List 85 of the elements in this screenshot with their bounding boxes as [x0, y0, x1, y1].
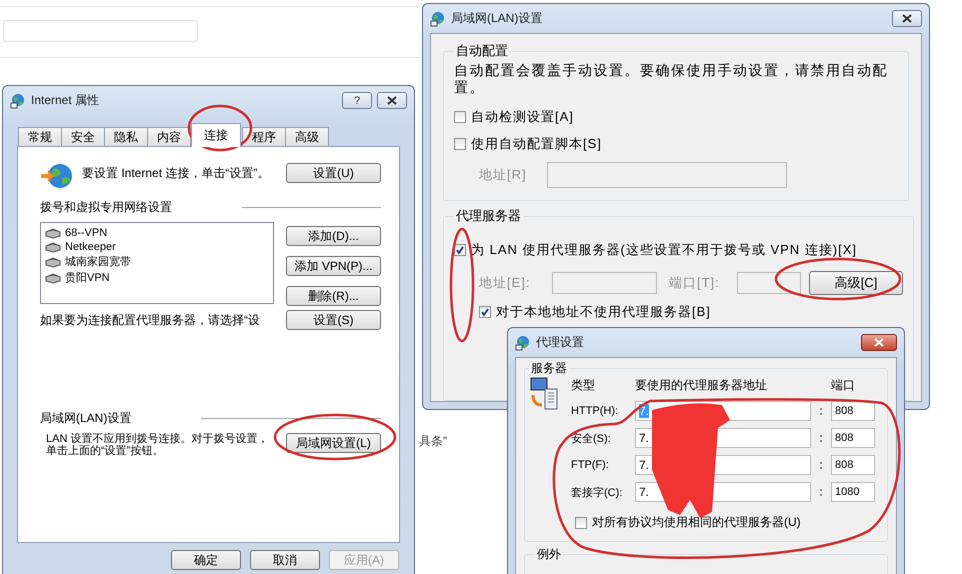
tab[interactable]: 安全 — [61, 127, 105, 146]
row-label: HTTP(H): — [571, 405, 620, 417]
port-field[interactable] — [737, 272, 801, 294]
checkbox-label: 自动检测设置[A] — [471, 108, 574, 126]
tab[interactable]: 隐私 — [104, 127, 148, 146]
tab[interactable]: 程序 — [242, 127, 286, 146]
column-header: 类型 — [571, 377, 596, 394]
connection-button[interactable]: 删除(R)... — [286, 286, 381, 306]
connection-button[interactable]: 添加 VPN(P)... — [286, 256, 381, 276]
colon-icon — [819, 487, 823, 497]
field-label: 地址[E]: — [479, 274, 532, 292]
checkbox-label: 对所有协议均使用相同的代理服务器(U) — [592, 514, 801, 531]
globe-icon — [515, 334, 531, 350]
field-value: 7. — [639, 431, 650, 445]
close-button[interactable] — [861, 334, 897, 351]
connection-item[interactable]: Netkeeper — [45, 240, 269, 253]
group-heading: 服务器 — [530, 360, 568, 377]
field-value: 7. — [639, 485, 650, 499]
checkbox[interactable] — [454, 244, 466, 256]
window-title: Internet 属性 — [31, 92, 100, 109]
tab[interactable]: 高级 — [285, 127, 329, 146]
group-heading: 代理服务器 — [455, 207, 522, 225]
checkbox[interactable] — [575, 516, 587, 528]
group-heading: 自动配置 — [455, 42, 509, 60]
help-button[interactable]: ? — [342, 92, 372, 109]
close-icon — [386, 96, 398, 105]
connection-icon — [45, 226, 61, 239]
text-field[interactable] — [3, 20, 198, 42]
checkbox-label: 对于本地地址不使用代理服务器[B] — [496, 303, 711, 321]
address-field[interactable] — [552, 272, 657, 294]
description-text: 自动配置会覆盖手动设置。要确保使用手动设置，请禁用自动配置。 — [454, 62, 889, 96]
dialog-button[interactable]: 确定 — [171, 550, 241, 570]
row-label: 安全(S): — [571, 432, 612, 446]
port-field[interactable]: 808 — [831, 455, 875, 475]
annotation-ellipse — [188, 104, 252, 152]
column-header: 要使用的代理服务器地址 — [635, 377, 768, 394]
setup-button[interactable]: 设置(U) — [286, 163, 381, 183]
colon-icon — [819, 433, 823, 443]
connection-item[interactable]: 城南家园宽带 — [45, 254, 269, 269]
address-field[interactable] — [546, 162, 787, 188]
globe-icon — [40, 161, 74, 191]
dialog-button[interactable]: 取消 — [250, 550, 320, 570]
checkbox[interactable] — [454, 138, 466, 150]
port-field[interactable]: 808 — [831, 428, 875, 448]
proxy-hint-text: 如果要为连接配置代理服务器，请选择“设 — [40, 312, 261, 328]
field-label: 地址[R] — [479, 166, 527, 184]
group-heading: 例外 — [536, 546, 562, 563]
tab[interactable]: 内容 — [147, 127, 191, 146]
globe-icon — [430, 10, 446, 26]
connection-icon — [45, 255, 61, 268]
connection-icon — [45, 271, 61, 284]
advanced-button[interactable]: 高级[C] — [809, 271, 903, 295]
window-title: 局域网(LAN)设置 — [451, 10, 544, 27]
lan-hint-text: LAN 设置不应用到拨号连接。对于拨号设置，单击上面的“设置”按钮。 — [45, 433, 270, 457]
close-icon — [901, 14, 913, 23]
checkbox[interactable] — [479, 306, 491, 318]
column-header: 端口 — [831, 377, 856, 394]
checkbox-label: 为 LAN 使用代理服务器(这些设置不用于拨号或 VPN 连接)[X] — [471, 241, 858, 259]
connection-item[interactable]: 68--VPN — [45, 226, 269, 239]
colon-icon — [819, 406, 823, 416]
section-heading: 拨号和虚拟专用网络设置 — [40, 199, 172, 216]
close-button[interactable] — [892, 10, 922, 27]
background-text: 具条” — [419, 433, 447, 450]
settings-button[interactable]: 设置(S) — [286, 310, 381, 330]
globe-icon — [10, 92, 26, 108]
row-label: 套接字(C): — [571, 486, 624, 500]
field-label: 端口[T]: — [669, 274, 721, 292]
field-value: 7. — [639, 458, 650, 472]
row-label: FTP(F): — [571, 459, 610, 471]
checkbox[interactable] — [454, 111, 466, 123]
colon-icon — [819, 460, 823, 470]
port-field[interactable]: 808 — [831, 401, 875, 421]
connection-icon — [45, 240, 61, 253]
lan-settings-button[interactable]: 局域网设置(L) — [286, 433, 381, 453]
connection-button[interactable]: 添加(D)... — [286, 226, 381, 246]
window-title: 代理设置 — [536, 334, 585, 351]
tab[interactable]: 常规 — [18, 127, 62, 146]
close-icon — [873, 338, 885, 347]
connection-item[interactable]: 贵阳VPN — [45, 270, 269, 285]
checkbox-label: 使用自动配置脚本[S] — [471, 135, 602, 153]
close-button[interactable] — [377, 92, 407, 109]
tab[interactable]: 连接 — [191, 123, 241, 147]
setup-text: 要设置 Internet 连接，单击“设置”。 — [82, 165, 270, 182]
section-heading: 局域网(LAN)设置 — [40, 410, 132, 427]
port-field[interactable]: 1080 — [831, 482, 875, 502]
